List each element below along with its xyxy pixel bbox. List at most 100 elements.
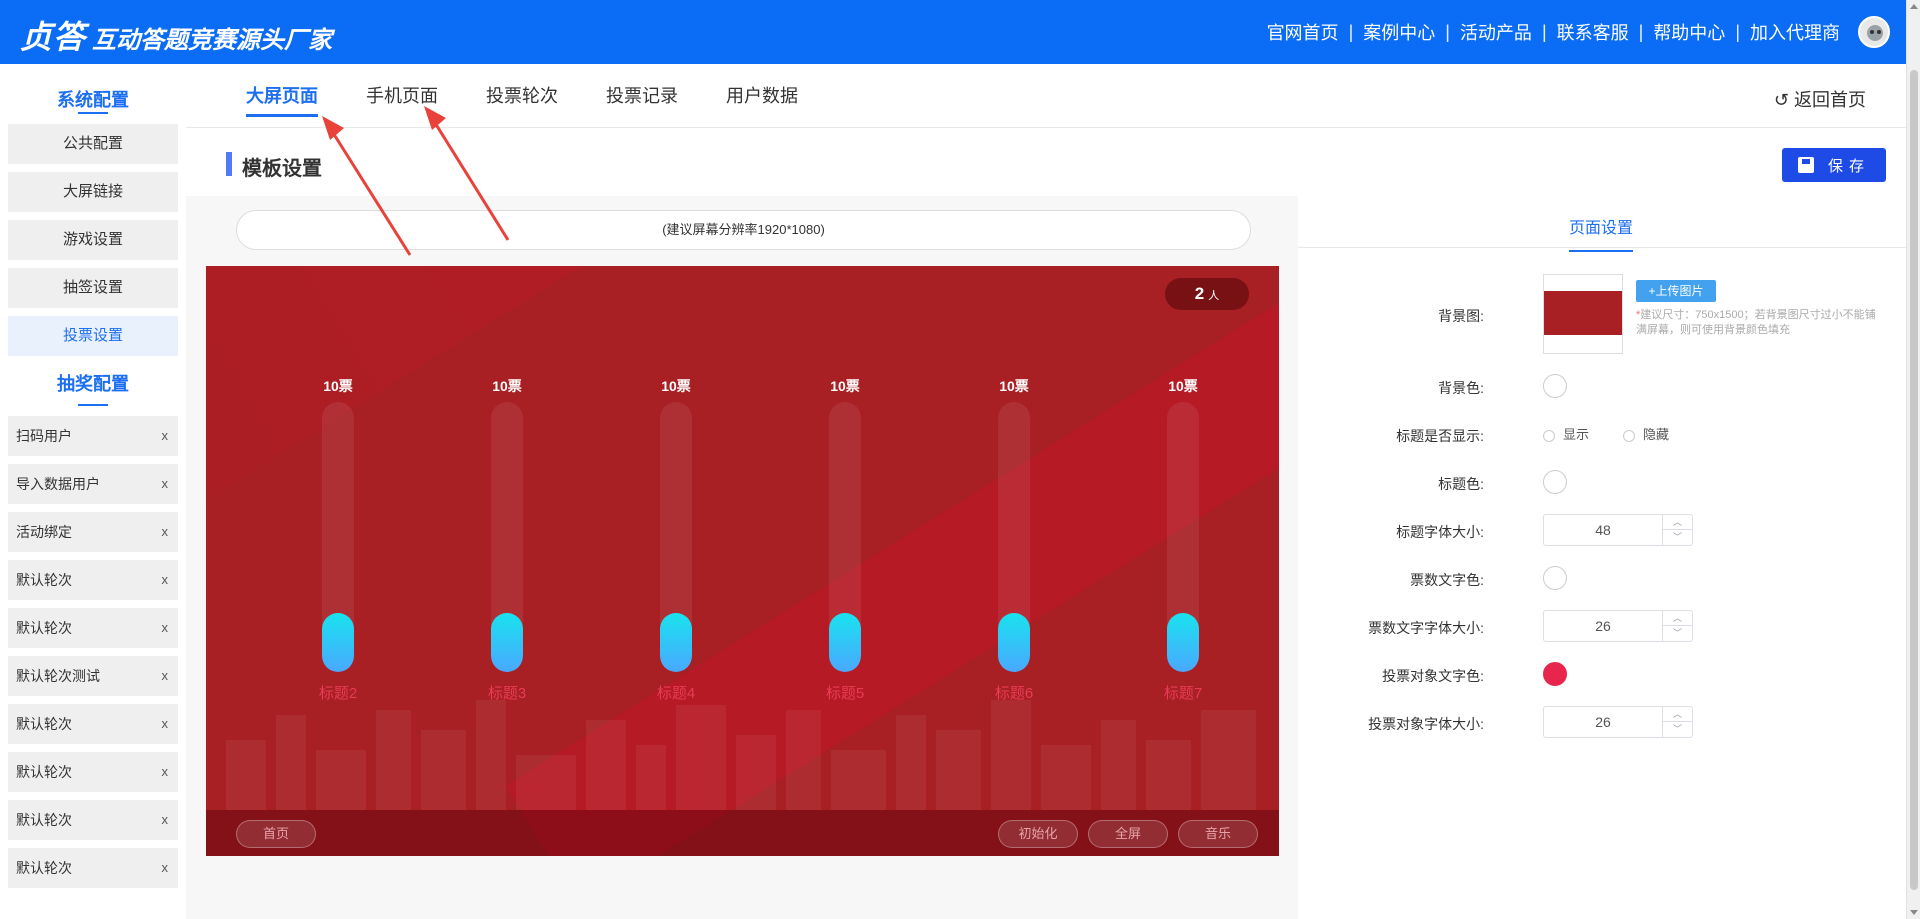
tab-mobile[interactable]: 手机页面 (366, 82, 438, 114)
vote-font-stepper[interactable]: 26 ︿ ﹀ (1543, 610, 1693, 642)
brand-logo: 贞答 (20, 19, 87, 55)
radio-hide-label: 隐藏 (1643, 427, 1670, 442)
lottery-item[interactable]: 默认轮次 x (8, 848, 178, 888)
lottery-item[interactable]: 默认轮次测试 x (8, 656, 178, 696)
tab-vote-rounds[interactable]: 投票轮次 (486, 82, 558, 114)
close-icon[interactable]: x (162, 752, 169, 792)
nav-help[interactable]: 帮助中心 (1643, 19, 1735, 45)
vote-bar: 10票 标题2 (298, 376, 378, 703)
vote-track (998, 402, 1030, 672)
vote-count: 10票 (830, 378, 860, 394)
screen-init-button[interactable]: 初始化 (998, 820, 1078, 848)
close-icon[interactable]: x (162, 848, 169, 888)
title-color-picker[interactable] (1543, 470, 1567, 494)
radio-show[interactable]: 显示 (1543, 424, 1589, 443)
tab-page-settings[interactable]: 页面设置 (1569, 214, 1634, 252)
close-icon[interactable]: x (162, 464, 169, 504)
vote-bar: 10票 标题6 (974, 376, 1054, 703)
lottery-item[interactable]: 活动绑定 x (8, 512, 178, 552)
nav-join-agent[interactable]: 加入代理商 (1740, 19, 1850, 45)
vote-fill (829, 613, 861, 672)
back-home-link[interactable]: ↺ 返回首页 (1774, 86, 1866, 112)
lottery-item-label: 默认轮次 (16, 764, 72, 780)
sidebar-heading-system: 系统配置 (0, 64, 186, 124)
close-icon[interactable]: x (162, 608, 169, 648)
vote-fill (660, 613, 692, 672)
increment-icon[interactable]: ︿ (1663, 515, 1692, 530)
vote-color-picker[interactable] (1543, 566, 1567, 590)
radio-show-label: 显示 (1563, 427, 1590, 442)
brand-slogan: 互动答题竞赛源头厂家 (92, 27, 333, 54)
vote-font-value[interactable]: 26 (1544, 611, 1662, 641)
resolution-hint: (建议屏幕分辨率1920*1080) (236, 210, 1251, 250)
target-color-picker[interactable] (1543, 662, 1567, 686)
sidebar-item-public-config[interactable]: 公共配置 (8, 124, 178, 164)
vote-track (1167, 402, 1199, 672)
upload-image-button[interactable]: +上传图片 (1636, 280, 1716, 302)
sidebar-item-game-settings[interactable]: 游戏设置 (8, 220, 178, 260)
radio-circle (1543, 429, 1555, 442)
sidebar-item-screen-link[interactable]: 大屏链接 (8, 172, 178, 212)
page-scrollbar[interactable] (1906, 0, 1920, 919)
nav-support[interactable]: 联系客服 (1547, 19, 1639, 45)
tab-user-data[interactable]: 用户数据 (726, 82, 798, 114)
lottery-item[interactable]: 默认轮次 x (8, 800, 178, 840)
close-icon[interactable]: x (162, 512, 169, 552)
screen-music-button[interactable]: 音乐 (1178, 820, 1258, 848)
lottery-item[interactable]: 导入数据用户 x (8, 464, 178, 504)
save-button[interactable]: 保存 (1782, 148, 1886, 182)
bg-color-label: 背景色: (1438, 380, 1484, 396)
increment-icon[interactable]: ︿ (1663, 611, 1692, 626)
decrement-icon[interactable]: ﹀ (1663, 530, 1692, 545)
vote-count: 10票 (1168, 378, 1198, 394)
scroll-down-icon[interactable] (1910, 910, 1918, 915)
target-color-row: 投票对象文字色: (1298, 654, 1906, 694)
save-icon (1797, 157, 1814, 173)
sidebar-item-draw-settings[interactable]: 抽签设置 (8, 268, 178, 308)
decrement-icon[interactable]: ﹀ (1663, 722, 1692, 737)
settings-tabs: 页面设置 (1298, 196, 1906, 252)
vote-track (829, 402, 861, 672)
lottery-item-label: 默认轮次 (16, 812, 72, 828)
increment-icon[interactable]: ︿ (1663, 707, 1692, 722)
close-icon[interactable]: x (162, 656, 169, 696)
vote-track (491, 402, 523, 672)
nav-products[interactable]: 活动产品 (1450, 19, 1542, 45)
title-font-value[interactable]: 48 (1544, 515, 1662, 545)
target-font-value[interactable]: 26 (1544, 707, 1662, 737)
lottery-item[interactable]: 默认轮次 x (8, 704, 178, 744)
brand[interactable]: 贞答 互动答题竞赛源头厂家 (20, 12, 333, 55)
bg-color-picker[interactable] (1543, 374, 1567, 398)
title-font-stepper[interactable]: 48 ︿ ﹀ (1543, 514, 1693, 546)
tab-vote-records[interactable]: 投票记录 (606, 82, 678, 114)
target-font-row: 投票对象字体大小: 26 ︿ ﹀ (1298, 702, 1906, 742)
lottery-item[interactable]: 默认轮次 x (8, 752, 178, 792)
close-icon[interactable]: x (162, 560, 169, 600)
tab-big-screen[interactable]: 大屏页面 (246, 82, 318, 117)
close-icon[interactable]: x (162, 800, 169, 840)
screen-home-button[interactable]: 首页 (236, 820, 316, 848)
title-color-row: 标题色: (1298, 462, 1906, 502)
decrement-icon[interactable]: ﹀ (1663, 626, 1692, 641)
vote-count: 10票 (323, 378, 353, 394)
lottery-item[interactable]: 默认轮次 x (8, 560, 178, 600)
participant-count-unit: 人 (1208, 290, 1220, 302)
nav-case-center[interactable]: 案例中心 (1353, 19, 1445, 45)
screen-fullscreen-button[interactable]: 全屏 (1088, 820, 1168, 848)
scroll-thumb[interactable] (1910, 70, 1918, 890)
lottery-item[interactable]: 扫码用户 x (8, 416, 178, 456)
lottery-item[interactable]: 默认轮次 x (8, 608, 178, 648)
scroll-up-icon[interactable] (1910, 4, 1918, 9)
radio-hide[interactable]: 隐藏 (1623, 424, 1669, 443)
vote-bar: 10票 标题5 (805, 376, 885, 703)
sidebar-item-vote-settings[interactable]: 投票设置 (8, 316, 178, 356)
target-font-stepper[interactable]: 26 ︿ ﹀ (1543, 706, 1693, 738)
close-icon[interactable]: x (162, 704, 169, 744)
vote-font-label: 票数文字字体大小: (1368, 620, 1484, 636)
avatar[interactable] (1858, 16, 1890, 48)
lottery-item-label: 扫码用户 (16, 428, 72, 444)
nav-official-home[interactable]: 官网首页 (1257, 19, 1349, 45)
close-icon[interactable]: x (162, 416, 169, 456)
bg-image-thumbnail[interactable] (1543, 274, 1623, 354)
bg-image-row: 背景图: +上传图片 *建议尺寸：750x1500；若背景图尺寸过小不能铺满屏幕… (1298, 274, 1906, 354)
